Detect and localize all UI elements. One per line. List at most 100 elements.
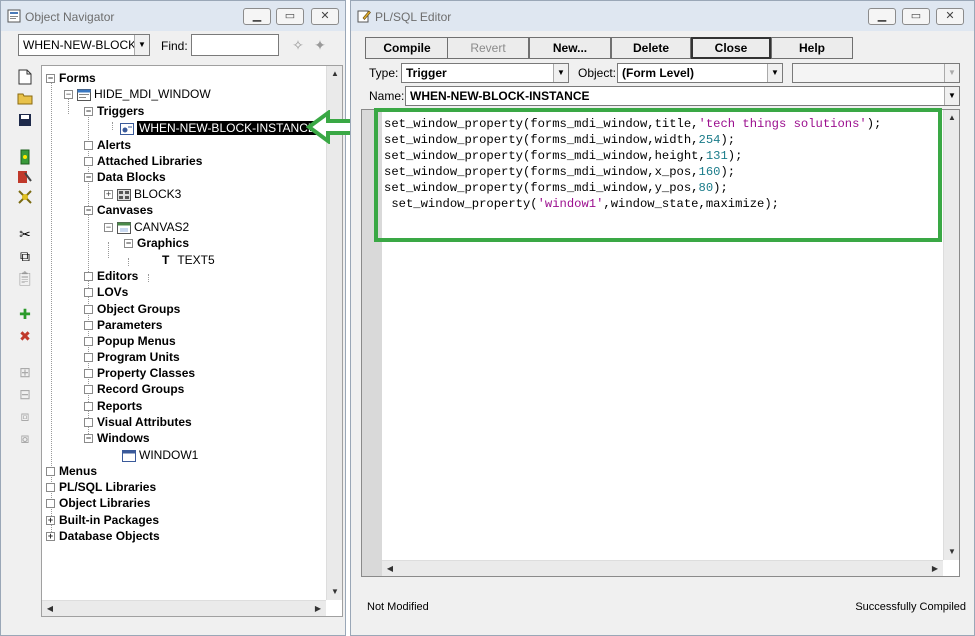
scroll-left-icon[interactable]: ◀ bbox=[42, 601, 58, 616]
open-folder-icon[interactable] bbox=[15, 91, 35, 109]
tree-node-property-classes[interactable]: Property Classes bbox=[84, 365, 195, 381]
tree-node-object-libraries[interactable]: Object Libraries bbox=[46, 495, 150, 511]
status-bar: Not Modified Successfully Compiled bbox=[361, 598, 968, 616]
collapse-icon[interactable]: ⊟ bbox=[15, 385, 35, 403]
tree-horizontal-scrollbar[interactable]: ◀ ▶ bbox=[42, 600, 326, 616]
navigator-titlebar[interactable]: Object Navigator ▁ ▭ ✕ bbox=[1, 1, 345, 31]
code-horizontal-scrollbar[interactable]: ◀ ▶ bbox=[382, 560, 943, 576]
plsql-editor-icon bbox=[357, 10, 371, 23]
tree-node-module[interactable]: − HIDE_MDI_WINDOW bbox=[64, 86, 211, 102]
tree-node-record-groups[interactable]: Record Groups bbox=[84, 381, 184, 397]
collapse-toggle-icon[interactable]: − bbox=[84, 206, 93, 216]
tree-node-attached-libraries[interactable]: Attached Libraries bbox=[84, 153, 202, 169]
new-button[interactable]: New... bbox=[529, 37, 611, 59]
name-select[interactable]: WHEN-NEW-BLOCK-INSTANCE ▼ bbox=[405, 86, 960, 106]
maximize-button[interactable]: ▭ bbox=[902, 8, 930, 25]
tree-node-database-objects[interactable]: + Database Objects bbox=[46, 528, 160, 544]
chevron-down-icon[interactable]: ▼ bbox=[944, 64, 959, 82]
help-button[interactable]: Help bbox=[771, 37, 853, 59]
tree-node-menus[interactable]: Menus bbox=[46, 463, 97, 479]
collapse-toggle-icon[interactable]: − bbox=[104, 223, 113, 233]
delete-icon[interactable]: ✖ bbox=[15, 327, 35, 345]
empty-node-icon bbox=[84, 353, 93, 363]
tree-node-canvas2[interactable]: − CANVAS2 bbox=[104, 219, 189, 235]
context-combo[interactable]: WHEN-NEW-BLOCK ▼ bbox=[18, 34, 150, 56]
collapse-toggle-icon[interactable]: − bbox=[84, 107, 93, 117]
editor-titlebar[interactable]: PL/SQL Editor ▁ ▭ ✕ bbox=[351, 1, 974, 31]
scroll-up-icon[interactable]: ▲ bbox=[327, 66, 342, 82]
code-vertical-scrollbar[interactable]: ▲ ▼ bbox=[943, 110, 959, 560]
tree-node-alerts[interactable]: Alerts bbox=[84, 137, 131, 153]
editor-close-button[interactable]: Close bbox=[691, 37, 771, 59]
minimize-button[interactable]: ▁ bbox=[243, 8, 271, 25]
expand-icon[interactable]: ⊞ bbox=[15, 363, 35, 381]
tree-node-canvases[interactable]: − Canvases bbox=[84, 202, 153, 218]
tree-node-builtin-packages[interactable]: + Built-in Packages bbox=[46, 512, 159, 528]
compile-button[interactable]: Compile bbox=[365, 37, 449, 59]
tree-node-triggers[interactable]: − Triggers bbox=[84, 103, 144, 119]
tree-node-data-blocks[interactable]: − Data Blocks bbox=[84, 169, 166, 185]
collapse-toggle-icon[interactable]: − bbox=[84, 173, 93, 183]
tree-node-editors[interactable]: Editors bbox=[84, 268, 138, 284]
tree-node-graphics[interactable]: − Graphics bbox=[124, 235, 189, 251]
expand-all-icon[interactable]: ⧈ bbox=[15, 407, 35, 425]
collapse-toggle-icon[interactable]: − bbox=[64, 90, 73, 100]
form-module-icon bbox=[77, 88, 91, 101]
debug-icon[interactable] bbox=[15, 189, 35, 207]
type-select[interactable]: Trigger ▼ bbox=[401, 63, 569, 83]
chevron-down-icon[interactable]: ▼ bbox=[134, 35, 149, 55]
tree-node-reports[interactable]: Reports bbox=[84, 398, 142, 414]
compile-icon[interactable] bbox=[15, 169, 35, 187]
find-next-icon[interactable]: ✧ bbox=[288, 35, 308, 55]
tree-node-window1[interactable]: WINDOW1 bbox=[122, 447, 198, 463]
chevron-down-icon[interactable]: ▼ bbox=[944, 87, 959, 105]
tree-node-trigger-selected[interactable]: WHEN-NEW-BLOCK-INSTANCE bbox=[120, 120, 318, 136]
tree-vertical-scrollbar[interactable]: ▲ ▼ bbox=[326, 66, 342, 600]
chevron-down-icon[interactable]: ▼ bbox=[553, 64, 568, 82]
find-previous-icon[interactable]: ✦ bbox=[310, 35, 330, 55]
tree-node-block3[interactable]: + BLOCK3 bbox=[104, 186, 181, 202]
create-icon[interactable]: ✚ bbox=[15, 305, 35, 323]
delete-button[interactable]: Delete bbox=[611, 37, 691, 59]
scroll-right-icon[interactable]: ▶ bbox=[927, 561, 943, 577]
object-detail-select[interactable]: ▼ bbox=[792, 63, 960, 83]
run-form-icon[interactable] bbox=[15, 149, 35, 167]
collapse-toggle-icon[interactable]: − bbox=[46, 74, 55, 84]
navigator-title: Object Navigator bbox=[25, 10, 115, 24]
scroll-down-icon[interactable]: ▼ bbox=[327, 584, 342, 600]
scroll-down-icon[interactable]: ▼ bbox=[944, 544, 960, 560]
paste-icon[interactable]: 📋︎ bbox=[15, 269, 35, 287]
tree-node-parameters[interactable]: Parameters bbox=[84, 317, 162, 333]
scroll-right-icon[interactable]: ▶ bbox=[310, 601, 326, 616]
scroll-up-icon[interactable]: ▲ bbox=[944, 110, 960, 126]
scroll-left-icon[interactable]: ◀ bbox=[382, 561, 398, 577]
copy-icon[interactable]: ⧉ bbox=[15, 247, 35, 265]
tree-node-windows[interactable]: − Windows bbox=[84, 430, 150, 446]
chevron-down-icon[interactable]: ▼ bbox=[767, 64, 782, 82]
close-button[interactable]: ✕ bbox=[936, 8, 964, 25]
tree-node-lovs[interactable]: LOVs bbox=[84, 284, 128, 300]
minimize-button[interactable]: ▁ bbox=[868, 8, 896, 25]
collapse-all-icon[interactable]: ⧇ bbox=[15, 429, 35, 447]
object-select[interactable]: (Form Level) ▼ bbox=[617, 63, 783, 83]
save-icon[interactable] bbox=[15, 113, 35, 131]
expand-toggle-icon[interactable]: + bbox=[104, 190, 113, 200]
collapse-toggle-icon[interactable]: − bbox=[84, 434, 93, 444]
revert-button[interactable]: Revert bbox=[447, 37, 529, 59]
close-button[interactable]: ✕ bbox=[311, 8, 339, 25]
editor-title: PL/SQL Editor bbox=[375, 10, 452, 24]
collapse-toggle-icon[interactable]: − bbox=[124, 239, 133, 249]
find-input[interactable] bbox=[191, 34, 279, 56]
tree-node-visual-attributes[interactable]: Visual Attributes bbox=[84, 414, 192, 430]
cut-icon[interactable]: ✂ bbox=[15, 225, 35, 243]
tree-node-forms[interactable]: − Forms bbox=[46, 70, 96, 86]
tree-node-plsql-libraries[interactable]: PL/SQL Libraries bbox=[46, 479, 156, 495]
new-document-icon[interactable] bbox=[15, 69, 35, 87]
maximize-button[interactable]: ▭ bbox=[276, 8, 304, 25]
tree-node-text5[interactable]: T TEXT5 bbox=[162, 252, 215, 268]
tree-node-popup-menus[interactable]: Popup Menus bbox=[84, 333, 176, 349]
tree-node-program-units[interactable]: Program Units bbox=[84, 349, 180, 365]
tree-node-object-groups[interactable]: Object Groups bbox=[84, 301, 180, 317]
expand-toggle-icon[interactable]: + bbox=[46, 516, 55, 526]
expand-toggle-icon[interactable]: + bbox=[46, 532, 55, 542]
